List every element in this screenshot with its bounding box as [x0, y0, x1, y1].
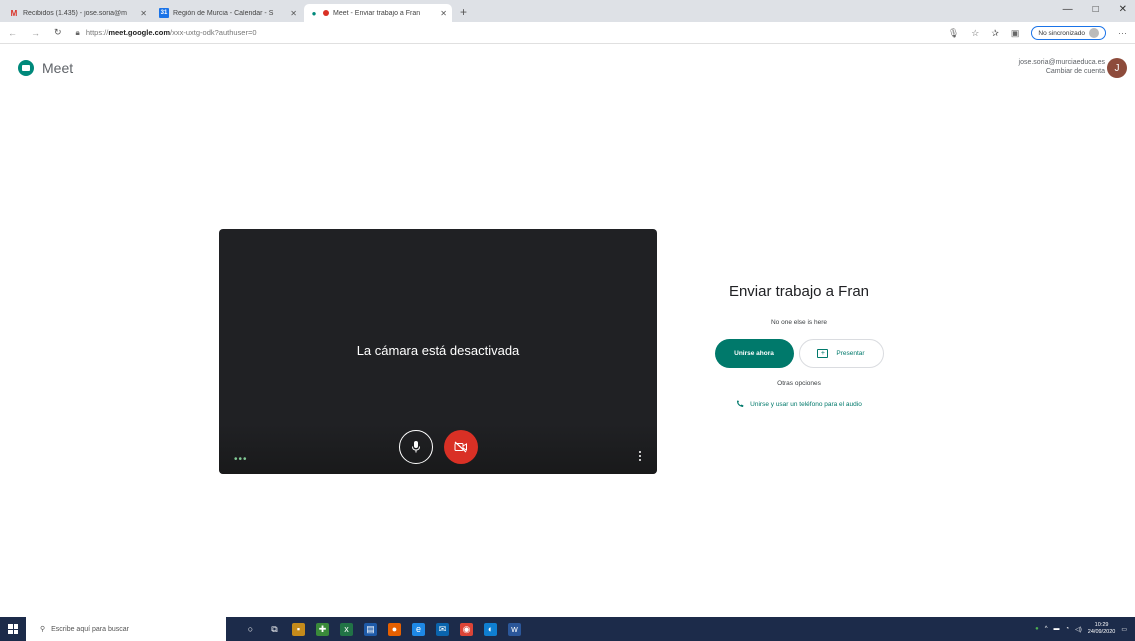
maximize-icon[interactable]: □: [1093, 4, 1099, 15]
cortana-icon[interactable]: ○: [244, 623, 257, 636]
clock[interactable]: 10:29 24/09/2020: [1088, 622, 1116, 636]
mail-icon[interactable]: ✉: [436, 622, 449, 636]
join-phone-link[interactable]: Unirse y usar un teléfono para el audio: [690, 400, 908, 408]
browser-tab-strip: M Recibidos (1.435) - jose.soria@m ✕ 31 …: [0, 0, 1135, 22]
app-name: Meet: [42, 60, 74, 76]
system-tray: ● ^ ▬ ◔ ◁) 10:29 24/09/2020 ▭: [1035, 617, 1127, 641]
more-menu-icon[interactable]: ···: [1118, 28, 1127, 38]
browser-toolbar-right: 🎙︎ ☆ ✰ ▣ No sincronizado ···: [948, 26, 1127, 40]
close-tab-icon[interactable]: ✕: [440, 9, 447, 18]
join-panel: Enviar trabajo a Fran No one else is her…: [690, 283, 908, 408]
lock-icon[interactable]: 🔒︎: [76, 28, 80, 38]
search-placeholder: Escribe aquí para buscar: [51, 625, 129, 633]
account-info: jose.soria@murciaeduca.es Cambiar de cue…: [1019, 58, 1105, 76]
start-button[interactable]: [0, 617, 26, 641]
phone-icon: [737, 400, 744, 407]
task-view-icon[interactable]: ⧉: [268, 623, 281, 636]
calendar-icon: 31: [159, 8, 169, 18]
meet-icon: ●: [311, 8, 317, 18]
present-icon: +: [817, 349, 829, 358]
preview-controls-gradient: [219, 424, 657, 474]
present-label: Presentar: [836, 350, 865, 357]
url-field[interactable]: https://meet.google.com/xxx-uxtg-odk?aut…: [86, 28, 257, 37]
refresh-icon[interactable]: ↻: [54, 27, 62, 38]
camera-toggle-button[interactable]: [444, 430, 478, 464]
visual-effects-icon[interactable]: •••: [234, 455, 248, 465]
notifications-icon[interactable]: ▭: [1121, 626, 1127, 633]
more-options-icon[interactable]: [639, 451, 643, 461]
recording-indicator-icon: [323, 10, 329, 16]
search-icon: ⚲: [40, 626, 46, 633]
window-controls: — □ ✕: [1063, 4, 1127, 15]
clock-date: 24/09/2020: [1087, 629, 1116, 635]
back-icon[interactable]: ←: [8, 28, 17, 38]
word-icon[interactable]: w: [508, 622, 521, 636]
internet-explorer-icon[interactable]: e: [412, 622, 425, 636]
tab-title: Meet - Enviar trabajo a Fran: [333, 9, 421, 17]
switch-account-link[interactable]: Cambiar de cuenta: [1019, 67, 1105, 76]
volume-icon[interactable]: ◁): [1075, 626, 1082, 633]
close-window-icon[interactable]: ✕: [1119, 4, 1127, 15]
gmail-icon: M: [10, 8, 18, 18]
show-hidden-icons[interactable]: ^: [1045, 626, 1048, 632]
taskbar-search[interactable]: ⚲ Escribe aquí para buscar: [26, 617, 226, 641]
chrome-icon[interactable]: ◉: [460, 622, 473, 636]
network-icon[interactable]: ◔: [1066, 626, 1070, 632]
new-tab-button[interactable]: +: [454, 4, 473, 22]
app-tray-icon[interactable]: ●: [1035, 626, 1039, 632]
tab-title: Región de Murcia - Calendar - S: [173, 9, 274, 17]
user-avatar[interactable]: J: [1107, 58, 1127, 78]
profile-avatar: [1089, 28, 1099, 38]
join-now-button[interactable]: Unirse ahora: [714, 339, 794, 368]
join-buttons: Unirse ahora + Presentar: [690, 339, 908, 368]
no-one-here-text: No one else is here: [770, 319, 827, 326]
tab-title: Recibidos (1.435) - jose.soria@m: [23, 9, 127, 17]
account-email: jose.soria@murciaeduca.es: [1018, 59, 1105, 66]
other-options-label: Otras opciones: [777, 380, 821, 387]
meet-logo[interactable]: Meet: [18, 60, 73, 76]
windows-logo-icon: [8, 624, 18, 634]
edge-icon[interactable]: ◐: [484, 622, 497, 636]
sync-button[interactable]: No sincronizado: [1031, 26, 1106, 40]
microphone-toggle-button[interactable]: [399, 430, 433, 464]
microphone-permission-icon[interactable]: 🎙︎: [948, 28, 959, 39]
address-bar: ← → ↻ 🔒︎ https://meet.google.com/xxx-uxt…: [0, 22, 1135, 44]
meet-logo-icon: [18, 60, 34, 76]
video-preview: La cámara está desactivada •••: [219, 229, 657, 474]
firefox-icon[interactable]: ●: [388, 622, 401, 636]
close-tab-icon[interactable]: ✕: [290, 9, 297, 18]
app-icon[interactable]: ✚: [316, 622, 329, 636]
meeting-title: Enviar trabajo a Fran: [728, 283, 870, 300]
clock-time: 10:29: [1094, 622, 1109, 628]
app-icon[interactable]: ▤: [364, 622, 377, 636]
forward-icon[interactable]: →: [31, 28, 40, 38]
tab-calendar[interactable]: 31 Región de Murcia - Calendar - S ✕: [154, 4, 302, 22]
favorite-star-icon[interactable]: ☆: [971, 28, 979, 39]
tab-gmail[interactable]: M Recibidos (1.435) - jose.soria@m ✕: [4, 4, 152, 22]
camera-off-icon: [454, 441, 467, 453]
store-icon[interactable]: ▪: [292, 622, 305, 636]
close-tab-icon[interactable]: ✕: [140, 9, 147, 18]
camera-off-message: La cámara está desactivada: [356, 343, 520, 358]
battery-icon[interactable]: ▬: [1054, 626, 1060, 632]
windows-taskbar: ⚲ Escribe aquí para buscar ○ ⧉ ▪ ✚ x ▤ ●…: [0, 617, 1135, 641]
microphone-icon: [412, 441, 420, 453]
collections-icon[interactable]: ▣: [1011, 28, 1020, 39]
join-phone-label: Unirse y usar un teléfono para el audio: [750, 400, 862, 408]
favorites-icon[interactable]: ✰: [991, 28, 999, 39]
present-button[interactable]: + Presentar: [798, 339, 884, 368]
taskbar-apps: ○ ⧉ ▪ ✚ x ▤ ● e ✉ ◉ ◐ w: [244, 622, 521, 636]
tab-meet[interactable]: ● Meet - Enviar trabajo a Fran ✕: [304, 4, 452, 22]
minimize-icon[interactable]: —: [1063, 4, 1073, 15]
excel-icon[interactable]: x: [340, 622, 353, 636]
